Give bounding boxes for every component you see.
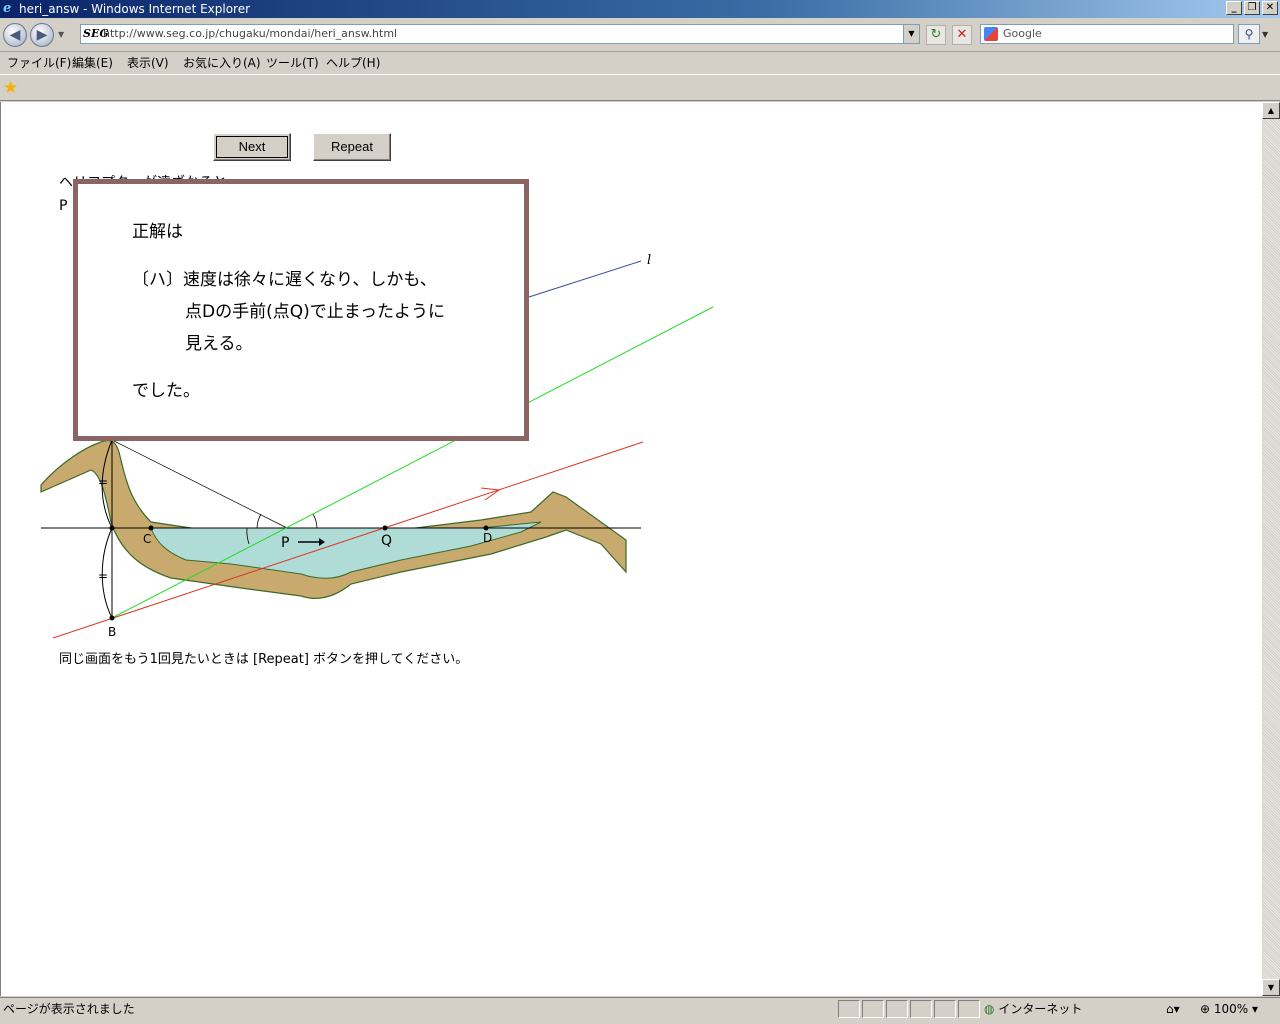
answer-line-2: 点Dの手前(点Q)で止まったように <box>185 302 446 322</box>
scroll-down-icon[interactable]: ▼ <box>1262 979 1280 996</box>
angle-arc-left <box>256 513 262 529</box>
status-cell <box>910 1000 932 1018</box>
restore-button[interactable]: ❐ <box>1244 1 1260 15</box>
angle-arc-right <box>312 513 318 529</box>
menu-file[interactable]: ファイル(F) <box>7 53 71 73</box>
stop-button[interactable]: ✕ <box>952 25 972 45</box>
zoom-level: 100% <box>1213 1002 1249 1016</box>
label-q: Q <box>381 533 392 549</box>
status-bar: ページが表示されました ◍ インターネット ⌂▾ ⊕ 100% ▾ <box>0 997 1280 1019</box>
back-button[interactable]: ◀ <box>3 23 27 47</box>
label-b: B <box>108 625 116 639</box>
point-q <box>382 525 388 531</box>
forward-button[interactable]: ▶ <box>30 23 54 47</box>
tick-mark-lower: = <box>98 569 108 583</box>
menu-edit[interactable]: 編集(E) <box>72 53 113 73</box>
window-title: heri_answ - Windows Internet Explorer <box>19 2 251 16</box>
security-zone[interactable]: ◍ インターネット <box>984 998 1082 1020</box>
address-dropdown-icon[interactable]: ▼ <box>903 25 919 43</box>
point-origin <box>109 525 115 531</box>
history-dropdown-icon[interactable]: ▼ <box>58 30 64 39</box>
address-input[interactable]: SEG http://www.seg.co.jp/chugaku/mondai/… <box>80 24 920 44</box>
minimize-button[interactable]: _ <box>1226 1 1242 15</box>
zone-label: インターネット <box>998 1002 1083 1016</box>
label-c: C <box>143 532 151 546</box>
label-p: P <box>281 535 289 551</box>
answer-heading: 正解は <box>132 222 183 242</box>
red-arrowhead <box>480 487 501 501</box>
search-input[interactable]: Google <box>980 24 1234 44</box>
menu-tools[interactable]: ツール(T) <box>266 53 319 73</box>
ie-icon: e <box>3 1 12 16</box>
answer-popup: 正解は 〔ハ〕速度は徐々に遅くなり、しかも、 点Dの手前(点Q)で止まったように… <box>73 179 529 441</box>
close-button[interactable]: ✕ <box>1262 1 1278 15</box>
point-b <box>109 615 115 621</box>
favorites-bar: ★ <box>0 74 1280 101</box>
scroll-up-icon[interactable]: ▲ <box>1262 102 1280 119</box>
menu-bar: ファイル(F) 編集(E) 表示(V) お気に入り(A) ツール(T) ヘルプ(… <box>0 53 1280 73</box>
status-cell <box>934 1000 956 1018</box>
point-c <box>148 525 154 531</box>
status-text: ページが表示されました <box>3 1002 135 1016</box>
status-cell <box>958 1000 980 1018</box>
line-l <box>528 260 642 298</box>
page-content: Next Repeat ヘリコプターが遠ざかると P = = l <box>0 102 1262 996</box>
search-options-icon[interactable]: ▼ <box>1262 30 1268 39</box>
favorites-star-icon[interactable]: ★ <box>3 78 18 98</box>
google-icon <box>984 27 998 41</box>
answer-line-3: 見える。 <box>185 334 253 354</box>
url-text: http://www.seg.co.jp/chugaku/mondai/heri… <box>103 27 398 40</box>
menu-favorites[interactable]: お気に入り(A) <box>183 53 261 73</box>
tick-mark-upper: = <box>98 475 108 489</box>
status-cell <box>886 1000 908 1018</box>
window-controls: _ ❐ ✕ <box>1226 1 1278 15</box>
status-cell <box>838 1000 860 1018</box>
title-bar: e heri_answ - Windows Internet Explorer … <box>0 0 1280 18</box>
refresh-button[interactable]: ↻ <box>926 25 946 45</box>
line-l-label: l <box>647 253 651 268</box>
site-logo-icon: SEG <box>83 27 109 40</box>
protected-mode-icon[interactable]: ⌂▾ <box>1166 998 1180 1020</box>
globe-icon: ◍ <box>984 1002 995 1016</box>
search-button[interactable]: ⚲ <box>1238 24 1260 44</box>
menu-help[interactable]: ヘルプ(H) <box>326 53 380 73</box>
menu-view[interactable]: 表示(V) <box>127 53 169 73</box>
point-d <box>483 525 489 531</box>
answer-closing: でした。 <box>132 381 200 401</box>
repeat-instruction: 同じ画面をもう1回見たいときは [Repeat] ボタンを押してください。 <box>59 652 469 667</box>
zoom-control[interactable]: ⊕ 100% ▾ <box>1200 998 1258 1020</box>
search-placeholder: Google <box>1003 27 1042 40</box>
answer-line-1: 〔ハ〕速度は徐々に遅くなり、しかも、 <box>132 270 437 290</box>
address-toolbar: ◀ ▶ ▼ SEG http://www.seg.co.jp/chugaku/m… <box>0 18 1280 52</box>
window-bottom-edge <box>0 1019 1280 1024</box>
status-cell <box>862 1000 884 1018</box>
vertical-scrollbar[interactable]: ▲ ▼ <box>1262 102 1280 996</box>
label-d: D <box>483 531 492 545</box>
